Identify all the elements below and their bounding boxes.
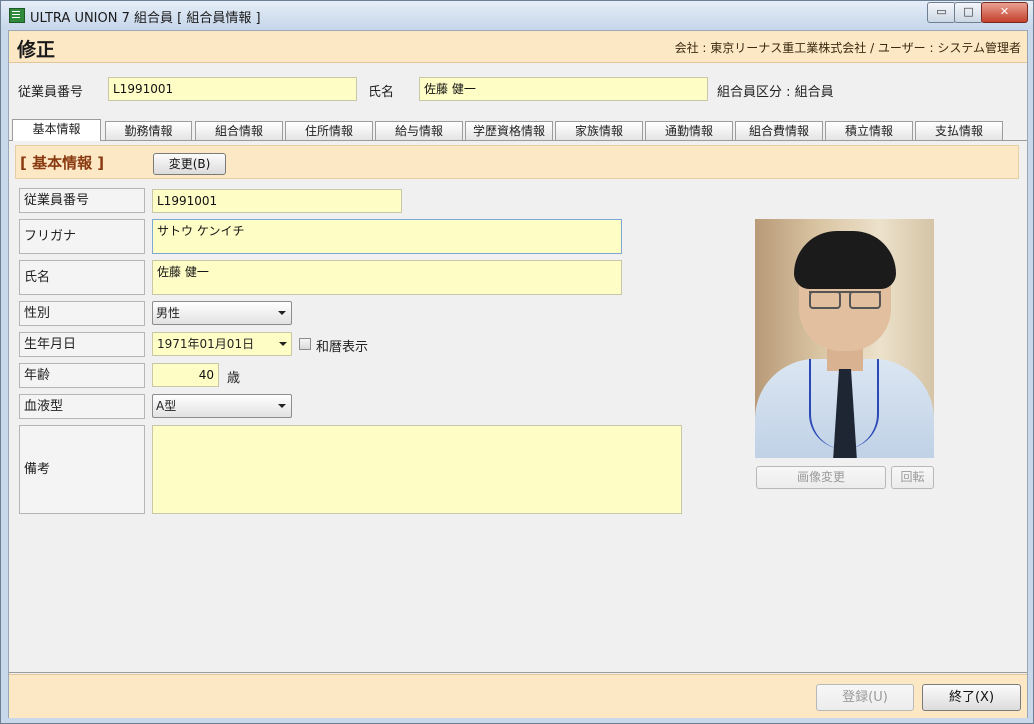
furigana-label: フリガナ	[19, 219, 145, 254]
gender-select[interactable]: 男性	[152, 301, 292, 325]
client-area: 修正 会社 : 東京リーナス重工業株式会社 / ユーザー : システム管理者 従…	[8, 30, 1028, 718]
register-button[interactable]: 登録(U)	[816, 684, 914, 711]
section-header: [ 基本情報 ] 変更(B)	[15, 145, 1019, 179]
age-field[interactable]: 40	[152, 363, 219, 387]
tab-strip: 基本情報 勤務情報 組合情報 住所情報 給与情報 学歴資格情報 家族情報 通勤情…	[12, 119, 1024, 141]
maximize-icon: □	[963, 5, 974, 18]
age-unit: 歳	[227, 371, 241, 386]
wareki-label: 和暦表示	[316, 340, 369, 355]
blood-type-select-value: A型	[156, 399, 177, 413]
rotate-image-button[interactable]: 回転	[891, 466, 934, 489]
header-band: 修正 会社 : 東京リーナス重工業株式会社 / ユーザー : システム管理者	[9, 31, 1027, 63]
tab-savings-info[interactable]: 積立情報	[825, 121, 913, 140]
tab-union-info[interactable]: 組合情報	[195, 121, 283, 140]
top-employee-no-field[interactable]: L1991001	[108, 77, 357, 101]
employee-photo	[755, 219, 934, 458]
chevron-down-icon	[278, 311, 286, 315]
minimize-button[interactable]: ▭	[927, 2, 956, 23]
minimize-icon: ▭	[936, 5, 947, 18]
top-name-field[interactable]: 佐藤 健一	[419, 77, 708, 101]
exit-button[interactable]: 終了(X)	[922, 684, 1021, 711]
notes-label: 備考	[19, 425, 145, 514]
footer-band: 登録(U) 終了(X)	[9, 674, 1027, 718]
title-bar[interactable]: ULTRA UNION 7 組合員 [ 組合員情報 ] ▭ □ ✕	[1, 1, 1033, 29]
tab-basic-info[interactable]: 基本情報	[12, 119, 101, 141]
change-image-button[interactable]: 画像変更	[756, 466, 886, 489]
page-title: 修正	[17, 39, 56, 61]
birthdate-label: 生年月日	[19, 332, 145, 357]
age-label: 年齢	[19, 363, 145, 388]
tab-education-info[interactable]: 学歴資格情報	[465, 121, 553, 140]
top-employee-no-label: 従業員番号	[18, 85, 84, 100]
window-title: ULTRA UNION 7 組合員 [ 組合員情報 ]	[30, 11, 261, 26]
maximize-button[interactable]: □	[954, 2, 983, 23]
tab-address-info[interactable]: 住所情報	[285, 121, 373, 140]
tab-commute-info[interactable]: 通勤情報	[645, 121, 733, 140]
top-name-label: 氏名	[368, 85, 395, 100]
employee-no-label: 従業員番号	[19, 188, 145, 213]
tab-salary-info[interactable]: 給与情報	[375, 121, 463, 140]
company-user-info: 会社 : 東京リーナス重工業株式会社 / ユーザー : システム管理者	[674, 41, 1021, 55]
tab-family-info[interactable]: 家族情報	[555, 121, 643, 140]
birthdate-value: 1971年01月01日	[157, 337, 255, 351]
app-window: ULTRA UNION 7 組合員 [ 組合員情報 ] ▭ □ ✕ 修正 会社 …	[0, 0, 1034, 724]
notes-textarea[interactable]	[152, 425, 682, 514]
employee-no-field[interactable]: L1991001	[152, 189, 402, 213]
name-label: 氏名	[19, 260, 145, 295]
tab-work-info[interactable]: 勤務情報	[105, 121, 192, 140]
chevron-down-icon	[279, 342, 287, 346]
chevron-down-icon	[278, 404, 286, 408]
blood-type-label: 血液型	[19, 394, 145, 419]
name-field[interactable]: 佐藤 健一	[152, 260, 622, 295]
wareki-checkbox[interactable]	[299, 338, 311, 350]
close-button[interactable]: ✕	[981, 2, 1028, 23]
photo-glasses	[809, 291, 881, 309]
close-icon: ✕	[999, 5, 1010, 18]
blood-type-select[interactable]: A型	[152, 394, 292, 418]
member-type-text: 組合員区分 : 組合員	[717, 85, 834, 100]
gender-select-value: 男性	[156, 306, 181, 320]
birthdate-picker[interactable]: 1971年01月01日	[152, 332, 292, 356]
gender-label: 性別	[19, 301, 145, 326]
tab-payment-info[interactable]: 支払情報	[915, 121, 1003, 140]
app-icon	[9, 8, 25, 23]
section-title: [ 基本情報 ]	[20, 154, 105, 172]
change-button[interactable]: 変更(B)	[153, 153, 226, 175]
furigana-field[interactable]: サトウ ケンイチ	[152, 219, 622, 254]
photo-hair	[794, 231, 896, 289]
tab-union-fee-info[interactable]: 組合費情報	[735, 121, 823, 140]
tab-panel-basic-info: [ 基本情報 ] 変更(B) 従業員番号 L1991001 フリガナ サトウ ケ…	[9, 140, 1027, 673]
